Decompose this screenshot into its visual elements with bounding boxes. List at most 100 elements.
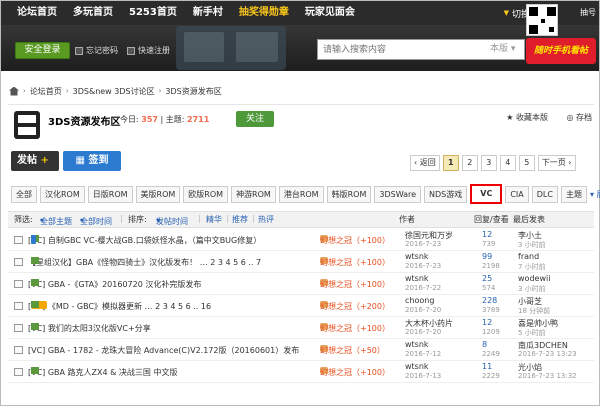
breadcrumb-forum-home[interactable]: 论坛首页 <box>28 86 64 97</box>
nav-duowan-home[interactable]: 多玩首页 <box>57 1 113 25</box>
view-count: 2198 <box>482 262 500 270</box>
thread-row[interactable]: [VC] 我们的太阳3汉化版VC+分享 幻想之冠（+100） 大木杯小药片 2016-… <box>8 317 594 339</box>
pagination: ‹ 返回 1 2 3 4 5 下一页 › <box>410 155 576 171</box>
reward-text: 幻想之冠（+200） <box>320 302 390 311</box>
thread-title-text: [VC] GBA -《GTA》20160720 汉化补完版发布 <box>28 280 202 289</box>
image-attachment-icon <box>31 367 39 374</box>
reward-text: 幻想之冠（+100） <box>320 258 390 267</box>
thread-row[interactable]: 【星组汉化】GBA《怪物四骑士》汉化版发布！ … 2 3 4 5 6 .. 7 幻… <box>8 251 594 273</box>
favorite-forum-link[interactable]: ★ 收藏本版 <box>506 112 548 123</box>
author-name[interactable]: wtsnk <box>405 252 429 261</box>
thread-row[interactable]: [VC] GBA 路克人ZX4 & 决战三国 中文版 幻想之冠（+100） wtsn… <box>8 361 594 383</box>
pager-page-4[interactable]: 4 <box>499 155 516 171</box>
pager-next[interactable]: 下一页 › <box>537 155 576 171</box>
3ds-icon <box>14 111 40 139</box>
tab-cia[interactable]: CIA <box>505 185 529 203</box>
sort-label: 排序: <box>128 215 147 224</box>
3ds-device-image <box>176 26 286 70</box>
thread-row[interactable]: [VC] GBA - 1782 - 龙珠大冒险 Advance(C)V2.172… <box>8 339 594 361</box>
image-attachment-icon <box>31 323 39 330</box>
last-post-time: 18 分钟前 <box>518 307 551 315</box>
thread-title-text: [VC] 自制GBC VC-樱大战GB.口袋妖怪水晶，（篇中文BUG修复） <box>28 236 262 245</box>
thread-row[interactable]: [VC] 《MD - GBC》模拟器更新 … 2 3 4 5 6 .. 16 幻想… <box>8 295 594 317</box>
thread-title-text: 【星组汉化】GBA《怪物四骑士》汉化版发布！ … 2 3 4 5 6 .. 7 <box>28 258 262 267</box>
breadcrumb-separator: › <box>158 87 162 95</box>
tab-us-rom[interactable]: 美版ROM <box>135 185 181 203</box>
author-name[interactable]: wtsnk <box>405 362 429 371</box>
last-poster[interactable]: wodewii <box>518 274 550 283</box>
expand-label: 展开 <box>597 190 600 199</box>
author-name[interactable]: choong <box>405 296 434 305</box>
login-search-bar: 安全登录 忘记密码 快速注册 本版 ▾ <box>1 25 599 71</box>
new-post-button[interactable]: 发帖 + <box>11 151 59 171</box>
tab-vc[interactable]: VC <box>470 184 503 204</box>
tab-hktw-rom[interactable]: 港台ROM <box>278 185 324 203</box>
hot-filter[interactable]: 热评 <box>258 214 274 225</box>
tab-all[interactable]: 全部 <box>11 185 37 203</box>
home-icon[interactable] <box>9 86 19 96</box>
thread-title-text: [VC] GBA - 1782 - 龙珠大冒险 Advance(C)V2.172… <box>28 346 300 355</box>
breadcrumb: › 论坛首页 › 3DS&new 3DS讨论区 › 3DS资源发布区 <box>1 82 599 100</box>
quick-register-label: 快速注册 <box>138 46 170 55</box>
follow-button[interactable]: 关注 <box>236 111 274 127</box>
tab-ique-rom[interactable]: 神游ROM <box>231 185 276 203</box>
lottery-link[interactable]: 抽号 <box>580 1 596 25</box>
triangle-icon: ▼ <box>503 9 509 17</box>
post-date: 2016-7-20 <box>405 328 442 336</box>
breadcrumb-3ds-discussion[interactable]: 3DS&new 3DS讨论区 <box>71 86 157 97</box>
breadcrumb-3ds-resources[interactable]: 3DS资源发布区 <box>163 86 223 97</box>
mobile-promo-banner[interactable]: 随时手机看帖 <box>526 38 596 64</box>
tab-chinese-rom[interactable]: 汉化ROM <box>40 185 85 203</box>
last-poster[interactable]: frand <box>518 252 539 261</box>
pager-page-5[interactable]: 5 <box>518 155 535 171</box>
author-name[interactable]: wtsnk <box>405 340 429 349</box>
tab-kr-rom[interactable]: 韩版ROM <box>326 185 372 203</box>
chevron-down-icon: ▾ <box>156 216 161 225</box>
document-icon <box>14 236 23 244</box>
nav-meetup[interactable]: 玩家见面会 <box>289 1 355 25</box>
document-icon <box>14 280 23 288</box>
chevron-down-icon: ▾ <box>510 44 516 54</box>
digest-filter[interactable]: 精华 <box>206 214 222 225</box>
document-icon <box>14 324 23 332</box>
nav-forum-home[interactable]: 论坛首页 <box>1 1 57 25</box>
pager-prev[interactable]: ‹ 返回 <box>410 155 440 171</box>
all-topics-label: 全部主题 <box>40 217 72 226</box>
tab-eu-rom[interactable]: 欧版ROM <box>183 185 229 203</box>
secure-login-button[interactable]: 安全登录 <box>15 42 70 59</box>
tab-jp-rom[interactable]: 日版ROM <box>87 185 133 203</box>
last-post-column-header: 最后发表 <box>513 215 545 224</box>
pager-page-3[interactable]: 3 <box>480 155 497 171</box>
search-input[interactable] <box>318 40 478 59</box>
quick-register-link[interactable]: 快速注册 <box>127 45 170 56</box>
tab-3dsware[interactable]: 3DSWare <box>374 185 422 203</box>
reply-count: 99 <box>482 252 493 261</box>
nav-newbie[interactable]: 新手村 <box>177 1 223 25</box>
favorite-label: 收藏本版 <box>516 113 548 122</box>
reply-count: 228 <box>482 296 498 305</box>
today-count: 357 <box>141 115 158 124</box>
tab-theme[interactable]: 主题 <box>560 185 587 203</box>
filter-divider: | <box>252 214 255 223</box>
check-in-button[interactable]: ▦ 签到 <box>63 151 121 171</box>
nav-5253-home[interactable]: 5253首页 <box>113 1 177 25</box>
author-name[interactable]: wtsnk <box>405 274 429 283</box>
nav-lottery-medal[interactable]: 抽奖得勋章 <box>223 1 289 25</box>
forgot-password-link[interactable]: 忘记密码 <box>75 45 118 56</box>
archive-link[interactable]: ◎ 存档 <box>566 112 592 123</box>
reply-count: 12 <box>482 318 493 327</box>
view-count: 2229 <box>482 372 500 380</box>
expand-tabs-link[interactable]: ▾ 展开 <box>590 189 600 200</box>
last-post-time: 3 小时前 <box>518 241 546 249</box>
mobile-icon <box>31 235 36 244</box>
pager-page-1[interactable]: 1 <box>442 155 459 171</box>
pager-page-2[interactable]: 2 <box>461 155 478 171</box>
tab-nds-games[interactable]: NDS游戏 <box>424 185 468 203</box>
forum-header: 3DS资源发布区 今日: 357 | 主题: 2711 关注 ★ 收藏本版 ◎ … <box>8 104 594 142</box>
recommend-filter[interactable]: 推荐 <box>232 214 248 225</box>
tab-dlc[interactable]: DLC <box>531 185 558 203</box>
thread-row[interactable]: [VC] GBA -《GTA》20160720 汉化补完版发布 幻想之冠（+100… <box>8 273 594 295</box>
thread-row[interactable]: [VC] 自制GBC VC-樱大战GB.口袋妖怪水晶，（篇中文BUG修复） 幻想之… <box>8 229 594 251</box>
search-scope-select[interactable]: 本版 ▾ <box>490 40 524 59</box>
image-attachment-icon <box>31 257 39 264</box>
